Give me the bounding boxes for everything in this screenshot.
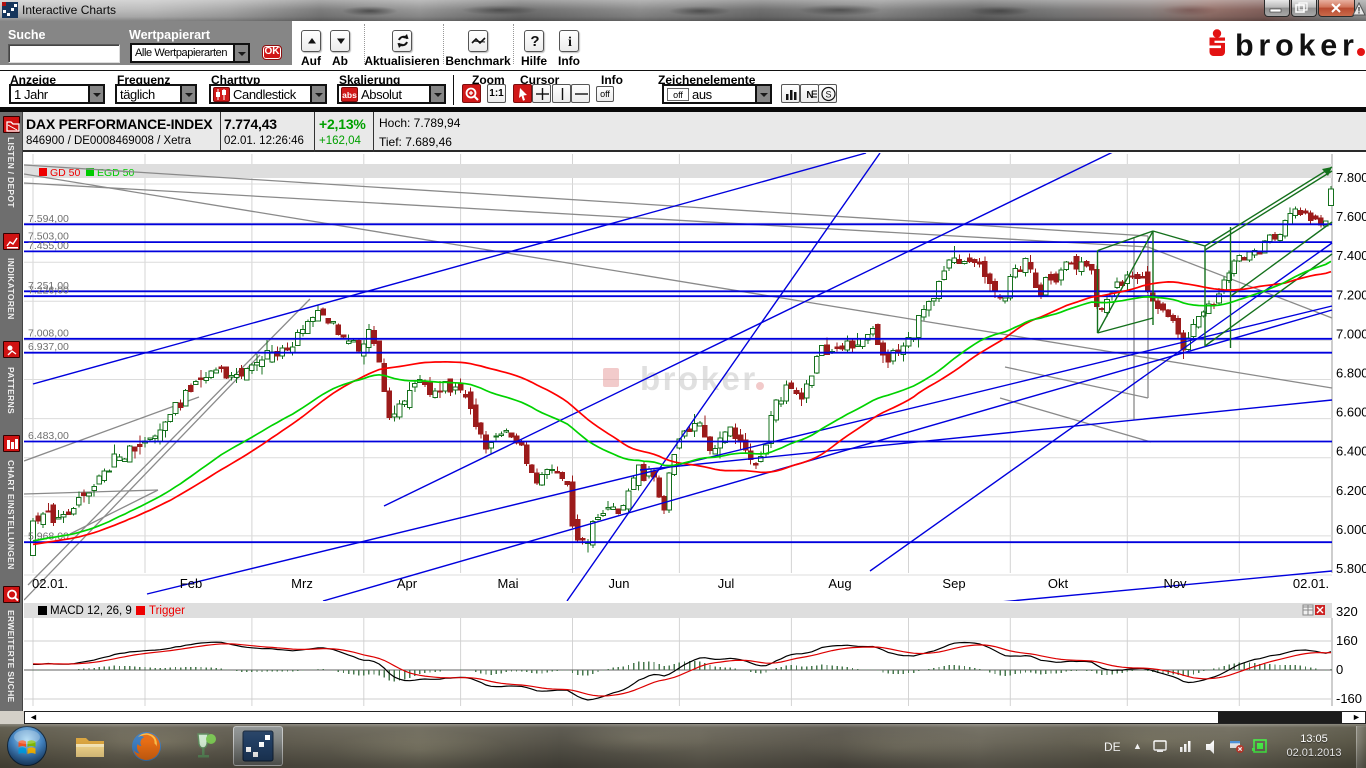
svg-text:7.400: 7.400 — [1336, 248, 1366, 263]
svg-text:Aug: Aug — [828, 576, 851, 591]
svg-text:7.600: 7.600 — [1336, 209, 1366, 224]
svg-text:Okt: Okt — [1048, 576, 1069, 591]
svg-text:6.200: 6.200 — [1336, 483, 1366, 498]
svg-text:Nov: Nov — [1163, 576, 1187, 591]
svg-text:Sep: Sep — [942, 576, 965, 591]
svg-text:Mai: Mai — [498, 576, 519, 591]
svg-text:02.01.: 02.01. — [32, 576, 68, 591]
svg-text:!: ! — [1358, 6, 1361, 16]
svg-text:Mrz: Mrz — [291, 576, 313, 591]
svg-text:-160: -160 — [1336, 691, 1362, 706]
svg-text:6.800: 6.800 — [1336, 366, 1366, 381]
svg-text:7.594,00: 7.594,00 — [28, 213, 69, 225]
svg-text:i: i — [568, 35, 572, 50]
svg-text:7.008,00: 7.008,00 — [28, 327, 69, 339]
svg-text:0: 0 — [1336, 662, 1343, 677]
svg-text:02.01.: 02.01. — [1293, 576, 1329, 591]
svg-text:Trigger: Trigger — [149, 605, 185, 617]
svg-text:7.455,00: 7.455,00 — [28, 240, 69, 252]
svg-text:EGD 50: EGD 50 — [97, 167, 135, 179]
svg-text:S: S — [825, 90, 831, 100]
svg-text:Jun: Jun — [609, 576, 630, 591]
svg-text:7.000: 7.000 — [1336, 326, 1366, 341]
svg-text:7.200: 7.200 — [1336, 287, 1366, 302]
svg-text:6.483,00: 6.483,00 — [28, 430, 69, 442]
svg-text:Apr: Apr — [397, 576, 418, 591]
svg-text:MACD 12, 26, 9: MACD 12, 26, 9 — [50, 605, 132, 617]
svg-text:7.800: 7.800 — [1336, 170, 1366, 185]
svg-text:N: N — [806, 90, 813, 101]
svg-text:160: 160 — [1336, 633, 1358, 648]
svg-text:Feb: Feb — [180, 576, 202, 591]
svg-text:abs: abs — [342, 90, 357, 100]
svg-text:6.000: 6.000 — [1336, 522, 1366, 537]
svg-text:broker: broker — [1235, 29, 1359, 63]
svg-text:Jul: Jul — [718, 576, 735, 591]
svg-text:6.400: 6.400 — [1336, 444, 1366, 459]
svg-text:320: 320 — [1336, 604, 1358, 619]
svg-text:broker: broker — [640, 360, 758, 397]
svg-text:6.600: 6.600 — [1336, 405, 1366, 420]
svg-text:?: ? — [530, 33, 539, 50]
svg-text:7.226,00: 7.226,00 — [28, 285, 69, 297]
svg-text:5.800: 5.800 — [1336, 561, 1366, 576]
svg-text:6.937,00: 6.937,00 — [28, 341, 69, 353]
